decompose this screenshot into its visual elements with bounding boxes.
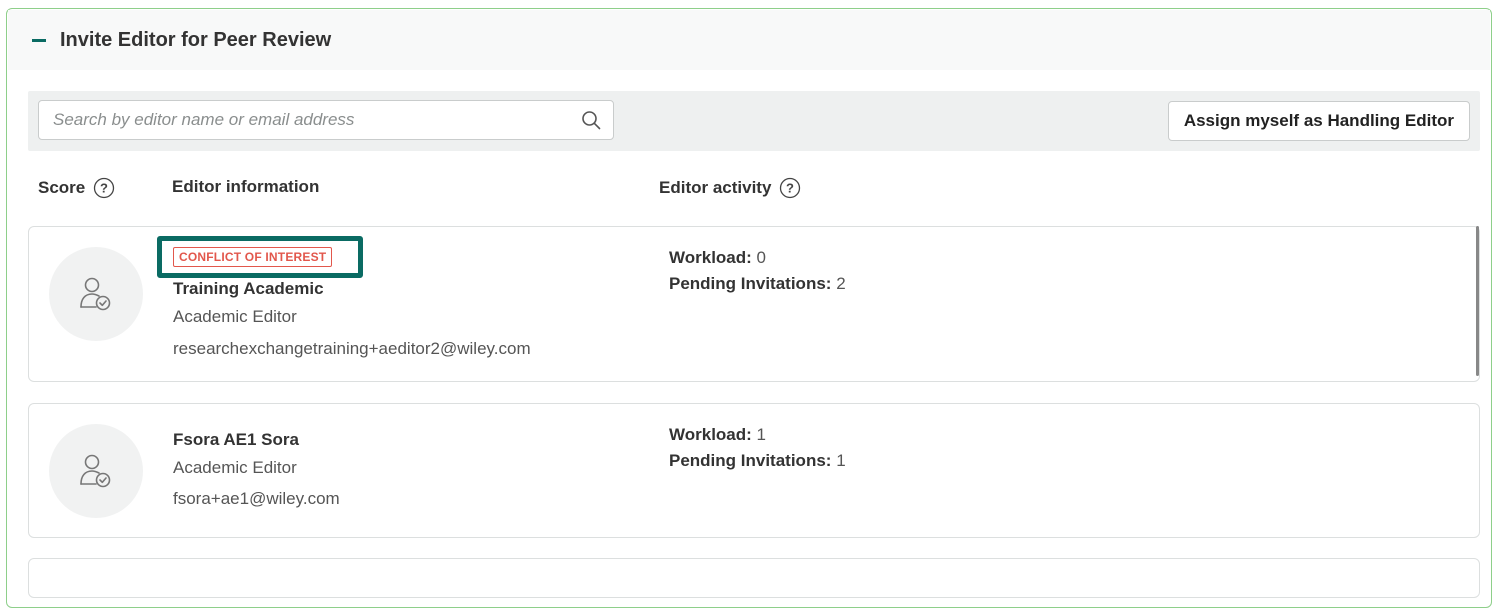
editor-email: fsora+ae1@wiley.com (173, 489, 340, 508)
scrollbar-thumb[interactable] (1476, 226, 1479, 376)
panel-header[interactable]: Invite Editor for Peer Review (8, 10, 1490, 70)
question-mark-icon[interactable]: ? (93, 177, 115, 199)
conflict-of-interest-highlight: CONFLICT OF INTEREST (157, 236, 363, 278)
workload-label: Workload: (669, 248, 752, 267)
editor-card[interactable]: Fsora AE1 Sora Academic Editor fsora+ae1… (28, 403, 1480, 538)
editor-card[interactable]: CONFLICT OF INTEREST Training Academic A… (28, 226, 1480, 382)
user-check-icon (80, 277, 111, 311)
editor-role: Academic Editor (173, 307, 297, 326)
panel-title: Invite Editor for Peer Review (60, 28, 332, 51)
collapse-icon[interactable] (32, 38, 46, 42)
question-mark-icon[interactable]: ? (779, 177, 801, 199)
search-field[interactable] (38, 100, 614, 140)
workload-value: 0 (756, 248, 767, 267)
editor-card[interactable] (28, 558, 1480, 598)
column-header-editor-activity: Editor activity ? (659, 177, 801, 199)
pending-invitations-label: Pending Invitations: (669, 451, 832, 470)
svg-text:?: ? (786, 181, 794, 196)
svg-text:?: ? (100, 181, 108, 196)
search-input[interactable] (39, 101, 569, 139)
avatar (49, 247, 143, 341)
conflict-of-interest-badge: CONFLICT OF INTEREST (173, 247, 333, 267)
column-label-editor-information: Editor information (172, 177, 320, 196)
assign-myself-button[interactable]: Assign myself as Handling Editor (1167, 101, 1470, 141)
pending-invitations: Pending Invitations: 1 (669, 451, 846, 471)
workload-value: 1 (756, 425, 767, 444)
workload: Workload: 1 (669, 425, 766, 445)
workload-label: Workload: (669, 425, 752, 444)
search-toolbar: Assign myself as Handling Editor (28, 91, 1480, 151)
search-icon[interactable] (581, 110, 601, 130)
column-label-score: Score (38, 178, 86, 197)
pending-invitations: Pending Invitations: 2 (669, 274, 846, 294)
workload: Workload: 0 (669, 248, 766, 268)
column-header-editor-information: Editor information (172, 177, 319, 197)
user-check-icon (80, 454, 111, 488)
avatar (49, 424, 143, 518)
column-label-editor-activity: Editor activity (659, 178, 772, 197)
editor-name: Training Academic (173, 279, 324, 298)
pending-invitations-value: 2 (836, 274, 846, 293)
pending-invitations-label: Pending Invitations: (669, 274, 832, 293)
column-header-score: Score ? (38, 177, 115, 199)
editor-role: Academic Editor (173, 458, 297, 477)
pending-invitations-value: 1 (836, 451, 846, 470)
editor-email: researchexchangetraining+aeditor2@wiley.… (173, 339, 531, 358)
editor-name: Fsora AE1 Sora (173, 430, 299, 449)
